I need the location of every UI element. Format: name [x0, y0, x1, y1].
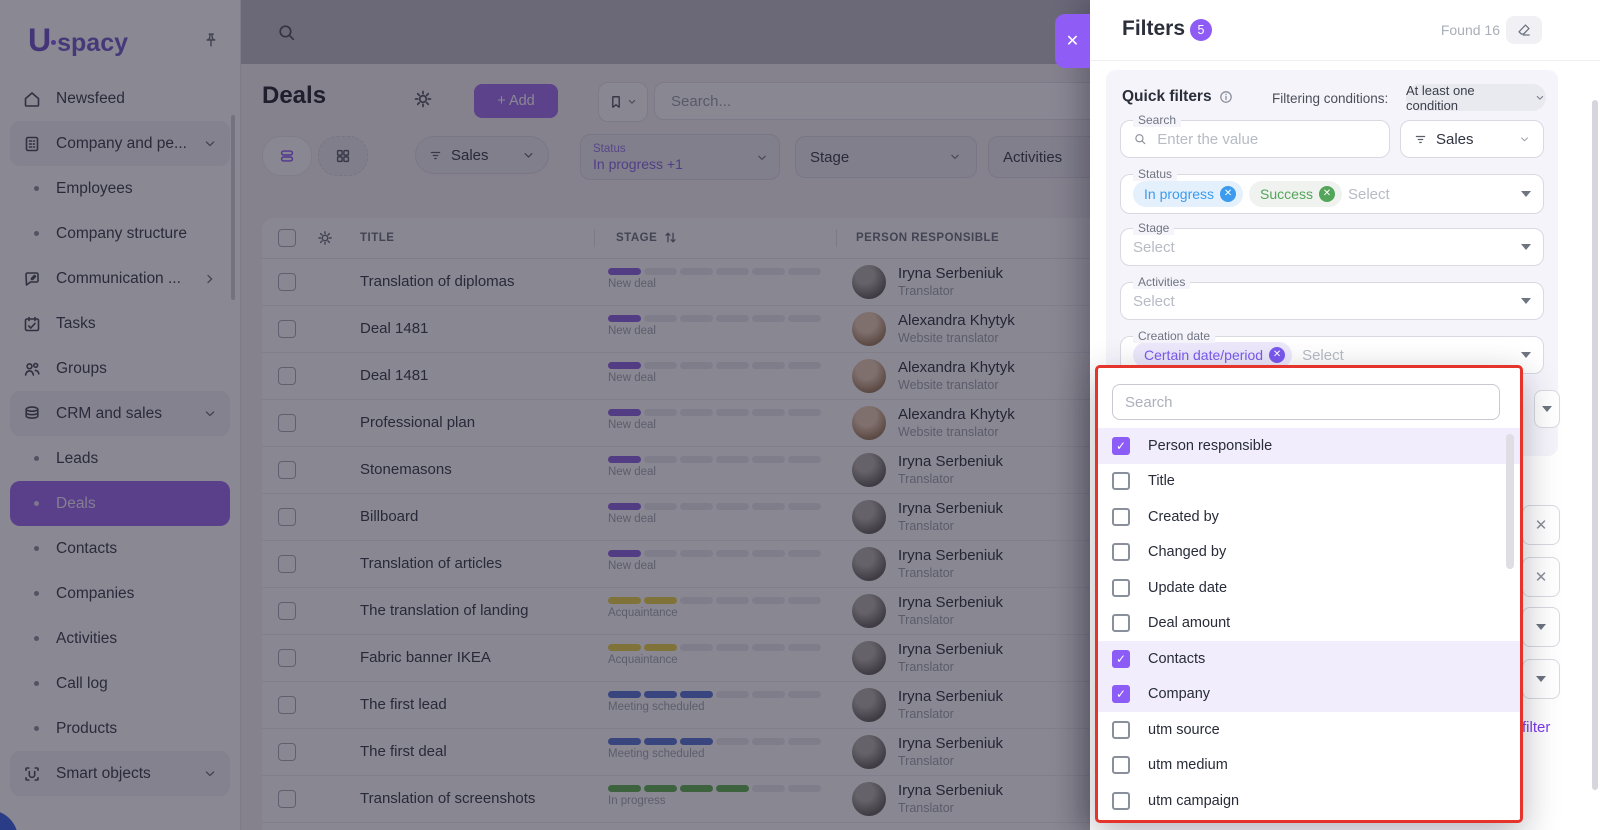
status-chip-label: Success — [1260, 186, 1313, 202]
option-label: Title — [1148, 473, 1175, 489]
dropdown-option[interactable]: utm medium — [1098, 748, 1520, 784]
clear-field-button[interactable]: ✕ — [1522, 505, 1560, 545]
filtering-conditions-select[interactable]: At least one condition — [1406, 84, 1546, 111]
clear-filters-button[interactable] — [1506, 16, 1542, 44]
option-label: Changed by — [1148, 544, 1226, 560]
option-label: Person responsible — [1148, 438, 1272, 454]
creation-date-chip-label: Certain date/period — [1144, 347, 1263, 363]
field-operator-button[interactable] — [1534, 390, 1560, 428]
select-caret-icon — [1521, 352, 1531, 363]
app: U spacy Newsfeed Company and pe... Emplo… — [0, 0, 1600, 830]
option-checkbox[interactable] — [1112, 756, 1130, 774]
clear-field-button[interactable]: ✕ — [1522, 557, 1560, 597]
dropdown-scrollbar-thumb[interactable] — [1506, 434, 1514, 569]
remove-chip-icon[interactable]: ✕ — [1319, 186, 1335, 202]
option-label: Created by — [1148, 509, 1219, 525]
option-checkbox[interactable] — [1112, 579, 1130, 597]
chevron-down-icon — [1518, 133, 1531, 146]
dropdown-options-list: ✓ Person responsible Title Created by Ch… — [1098, 428, 1520, 819]
add-filter-link[interactable]: filter — [1522, 719, 1550, 736]
option-checkbox[interactable] — [1112, 508, 1130, 526]
quick-search-input[interactable] — [1155, 130, 1377, 149]
backdrop-overlay[interactable] — [0, 0, 1090, 830]
status-chip: Success ✕ — [1249, 181, 1342, 207]
divider — [1090, 60, 1600, 61]
option-label: utm source — [1148, 722, 1220, 738]
dropdown-option[interactable]: Changed by — [1098, 535, 1520, 571]
stage-field[interactable]: Stage Select — [1120, 228, 1544, 266]
dropdown-search-input[interactable] — [1112, 384, 1500, 420]
option-checkbox[interactable]: ✓ — [1112, 685, 1130, 703]
option-label: Deal amount — [1148, 615, 1230, 631]
option-label: Update date — [1148, 580, 1227, 596]
close-panel-button[interactable]: ✕ — [1055, 14, 1090, 68]
option-label: Company — [1148, 686, 1210, 702]
select-caret-icon — [1521, 298, 1531, 309]
filtering-conditions-label: Filtering conditions: — [1272, 91, 1388, 106]
select-caret-icon — [1536, 676, 1546, 687]
select-placeholder: Select — [1133, 239, 1175, 256]
dropdown-option[interactable]: utm source — [1098, 712, 1520, 748]
panel-funnel-value: Sales — [1436, 131, 1510, 148]
option-checkbox[interactable] — [1112, 614, 1130, 632]
select-placeholder: Select — [1348, 186, 1390, 203]
remove-chip-icon[interactable]: ✕ — [1269, 347, 1285, 363]
option-label: utm medium — [1148, 757, 1228, 773]
option-checkbox[interactable] — [1112, 472, 1130, 490]
column-select-dropdown: ✓ Person responsible Title Created by Ch… — [1095, 365, 1523, 823]
field-operator-button[interactable] — [1522, 607, 1560, 647]
quick-filters-title: Quick filters — [1122, 88, 1212, 106]
filters-count-badge: 5 — [1190, 19, 1212, 41]
option-checkbox[interactable]: ✓ — [1112, 650, 1130, 668]
field-operator-button[interactable] — [1522, 659, 1560, 699]
option-checkbox[interactable]: ✓ — [1112, 437, 1130, 455]
status-chips: In progress ✕ Success ✕ — [1133, 181, 1342, 207]
eraser-icon — [1516, 22, 1532, 38]
select-caret-icon — [1521, 191, 1531, 202]
status-field[interactable]: Status In progress ✕ Success ✕ Select — [1120, 174, 1544, 214]
status-chip: In progress ✕ — [1133, 181, 1243, 207]
found-count: Found 16 — [1441, 22, 1500, 38]
select-caret-icon — [1542, 406, 1552, 417]
option-checkbox[interactable] — [1112, 792, 1130, 810]
info-icon[interactable] — [1218, 89, 1234, 105]
field-label: Stage — [1133, 221, 1174, 235]
option-label: utm campaign — [1148, 793, 1239, 809]
dropdown-option[interactable]: ✓ Person responsible — [1098, 428, 1520, 464]
chevron-down-icon — [1534, 92, 1546, 104]
dropdown-option[interactable]: Created by — [1098, 499, 1520, 535]
search-icon — [1133, 131, 1147, 147]
select-caret-icon — [1521, 244, 1531, 255]
select-placeholder: Select — [1133, 293, 1175, 310]
funnel-icon — [1413, 132, 1428, 147]
dropdown-option[interactable]: ✓ Company — [1098, 677, 1520, 713]
option-checkbox[interactable] — [1112, 721, 1130, 739]
field-label: Search — [1133, 113, 1181, 127]
option-label: Contacts — [1148, 651, 1205, 667]
dropdown-option[interactable]: utm campaign — [1098, 783, 1520, 819]
dropdown-option[interactable]: Title — [1098, 464, 1520, 500]
dropdown-option[interactable]: Deal amount — [1098, 606, 1520, 642]
quick-search-field: Search — [1120, 120, 1390, 158]
activities-field[interactable]: Activities Select — [1120, 282, 1544, 320]
select-placeholder: Select — [1302, 347, 1344, 364]
panel-scrollbar-thumb[interactable] — [1592, 100, 1598, 790]
status-chip-label: In progress — [1144, 186, 1214, 202]
select-caret-icon — [1536, 624, 1546, 635]
panel-header: Filters 5 Found 16 — [1090, 0, 1600, 60]
field-label: Creation date — [1133, 329, 1215, 343]
filtering-conditions-value: At least one condition — [1406, 83, 1529, 113]
dropdown-option[interactable]: ✓ Contacts — [1098, 641, 1520, 677]
remove-chip-icon[interactable]: ✕ — [1220, 186, 1236, 202]
field-label: Status — [1133, 167, 1177, 181]
option-checkbox[interactable] — [1112, 543, 1130, 561]
field-label: Activities — [1133, 275, 1190, 289]
panel-title: Filters — [1122, 17, 1185, 41]
dropdown-option[interactable]: Update date — [1098, 570, 1520, 606]
panel-funnel-select[interactable]: Sales — [1400, 120, 1544, 158]
